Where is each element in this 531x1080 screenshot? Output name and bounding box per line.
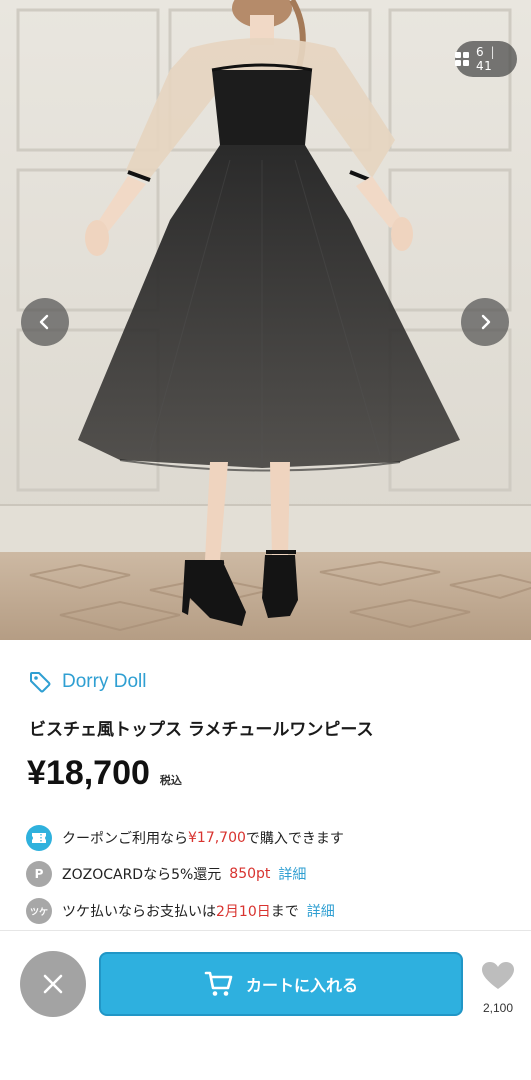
- chevron-left-icon: [39, 314, 49, 330]
- image-counter[interactable]: 6 | 41: [455, 41, 517, 77]
- favorite-button[interactable]: 2,100: [476, 961, 520, 1015]
- tax-label: 税込: [159, 774, 182, 787]
- zozocard-benefit: P ZOZOCARDなら5%還元 850pt 詳細: [26, 861, 306, 887]
- image-counter-separator: |: [490, 45, 496, 59]
- brand-link[interactable]: Dorry Doll: [28, 670, 146, 694]
- prev-image-button[interactable]: [21, 298, 69, 346]
- chevron-right-icon: [481, 314, 491, 330]
- zozocard-text: ZOZOCARDなら5%還元: [62, 867, 222, 883]
- next-image-button[interactable]: [461, 298, 509, 346]
- product-photo: [0, 0, 531, 640]
- image-index: 6: [476, 45, 485, 59]
- tsuke-details-link[interactable]: 詳細: [307, 901, 335, 921]
- tsuke-text-prefix: ツケ払いならお支払いは: [62, 904, 216, 920]
- tag-icon: [30, 672, 51, 693]
- price-row: ¥18,700 税込: [27, 754, 182, 793]
- tsuke-icon: ツケ: [26, 898, 52, 924]
- coupon-icon: [26, 825, 52, 851]
- tsuke-date: 2月10日: [216, 904, 271, 920]
- add-to-cart-label: カートに入れる: [245, 976, 358, 995]
- product-price: ¥18,700: [27, 754, 150, 792]
- tsuke-text-suffix: まで: [270, 904, 299, 920]
- heart-icon: [482, 962, 514, 989]
- bottom-action-bar: カートに入れる 2,100: [0, 930, 531, 1080]
- add-to-cart-button[interactable]: カートに入れる: [99, 952, 463, 1016]
- close-icon: [43, 974, 63, 994]
- brand-name[interactable]: Dorry Doll: [62, 671, 146, 693]
- coupon-benefit[interactable]: クーポンご利用なら ¥17,700 で購入できます: [26, 825, 344, 851]
- coupon-text-prefix: クーポンご利用なら: [62, 831, 188, 847]
- product-title: ビスチェ風トップス ラメチュールワンピース: [29, 720, 374, 740]
- tsuke-benefit: ツケ ツケ払いならお支払いは 2月10日 まで 詳細: [26, 898, 335, 924]
- grid-icon: [455, 52, 469, 66]
- favorite-count: 2,100: [482, 1001, 514, 1015]
- close-button[interactable]: [20, 951, 86, 1017]
- zozocard-points: 850pt: [229, 866, 271, 882]
- cart-icon: [204, 971, 233, 996]
- image-total: 41: [476, 59, 493, 73]
- points-icon: P: [26, 861, 52, 887]
- coupon-text-suffix: で購入できます: [245, 831, 344, 847]
- zozocard-details-link[interactable]: 詳細: [278, 864, 306, 884]
- coupon-price: ¥17,700: [188, 830, 246, 846]
- product-image-gallery[interactable]: 6 | 41: [0, 0, 531, 640]
